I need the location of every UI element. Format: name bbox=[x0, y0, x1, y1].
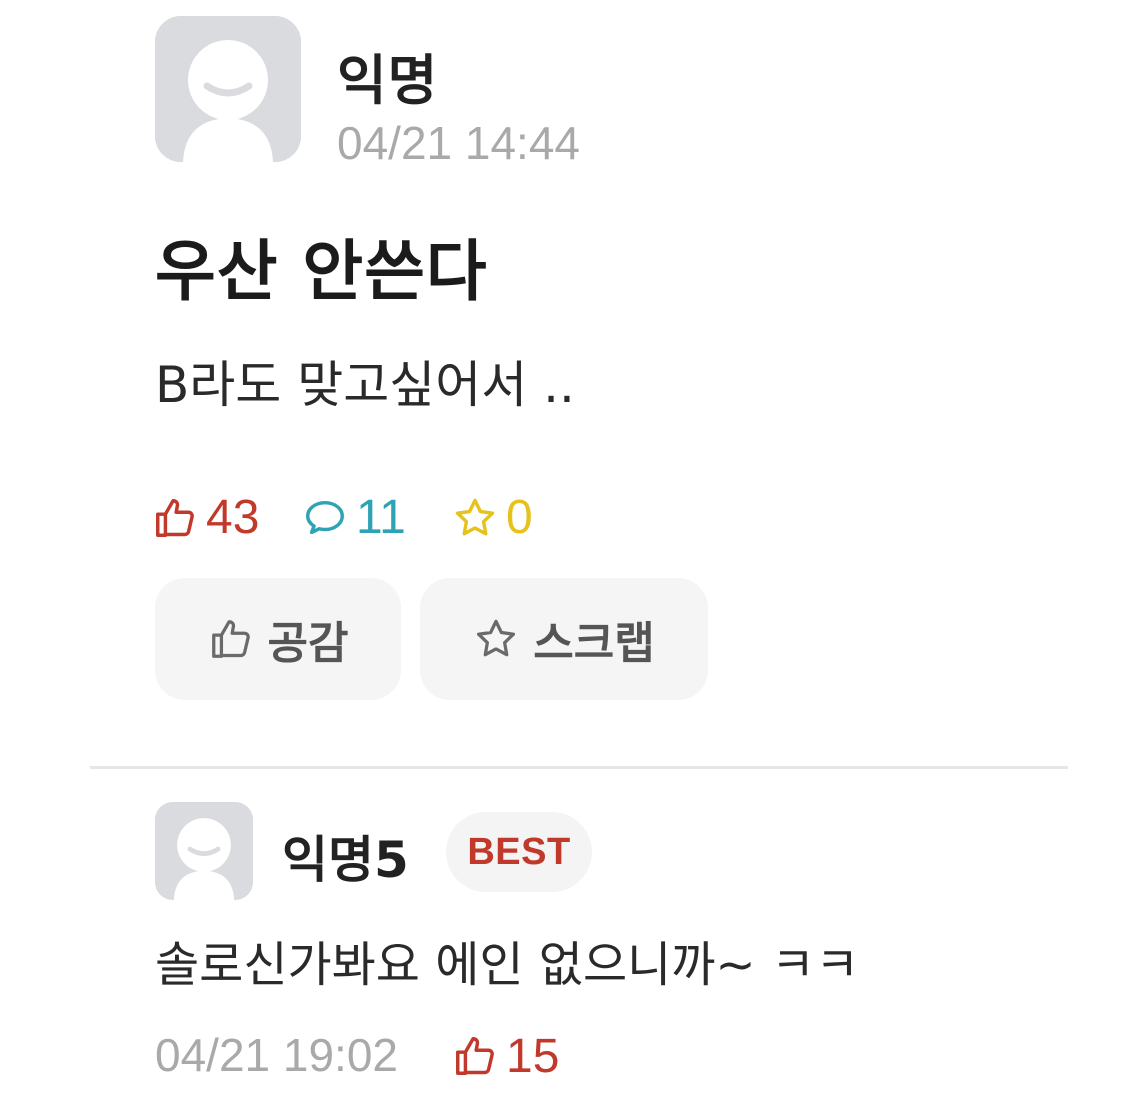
scrap-button[interactable]: 스크랩 bbox=[420, 578, 708, 700]
comment-count-value: 11 bbox=[356, 491, 406, 544]
thumbs-up-icon bbox=[211, 620, 250, 658]
like-count: 43 bbox=[152, 488, 259, 548]
comment-avatar[interactable] bbox=[155, 802, 253, 900]
scrap-button-label: 스크랩 bbox=[533, 618, 655, 669]
like-count-value: 43 bbox=[206, 491, 260, 544]
comment-like-count-value: 15 bbox=[506, 1029, 560, 1083]
author-avatar[interactable] bbox=[155, 16, 301, 162]
comment-like-count[interactable]: 15 bbox=[452, 1026, 559, 1086]
comment-count: 11 bbox=[302, 488, 406, 548]
like-button-label: 공감 bbox=[267, 618, 349, 669]
comment-text: 솔로신가봐요 에인 없으니까~ ㅋㅋ bbox=[155, 937, 860, 993]
best-badge: BEST bbox=[446, 812, 592, 892]
speech-bubble-icon bbox=[306, 500, 344, 535]
scrap-count: 0 bbox=[452, 488, 533, 548]
divider bbox=[90, 766, 1068, 769]
post-page: 익명 04/21 14:44 우산 안쓴다 B라도 맞고싶어서 .. 43 11… bbox=[0, 0, 1125, 1105]
scrap-count-value: 0 bbox=[506, 491, 533, 544]
thumbs-up-icon bbox=[456, 1037, 494, 1075]
comment-author: 익명5 bbox=[282, 831, 409, 889]
thumbs-up-icon bbox=[156, 499, 194, 537]
post-author: 익명 bbox=[337, 49, 439, 112]
like-button[interactable]: 공감 bbox=[155, 578, 401, 700]
post-timestamp: 04/21 14:44 bbox=[337, 117, 581, 169]
default-avatar-icon bbox=[155, 802, 253, 900]
post-body: B라도 맞고싶어서 .. bbox=[155, 356, 575, 414]
comment-timestamp: 04/21 19:02 bbox=[155, 1029, 399, 1081]
default-avatar-icon bbox=[155, 16, 301, 162]
post-title: 우산 안쓴다 bbox=[155, 233, 488, 310]
star-icon bbox=[455, 498, 495, 536]
star-icon bbox=[477, 619, 516, 657]
